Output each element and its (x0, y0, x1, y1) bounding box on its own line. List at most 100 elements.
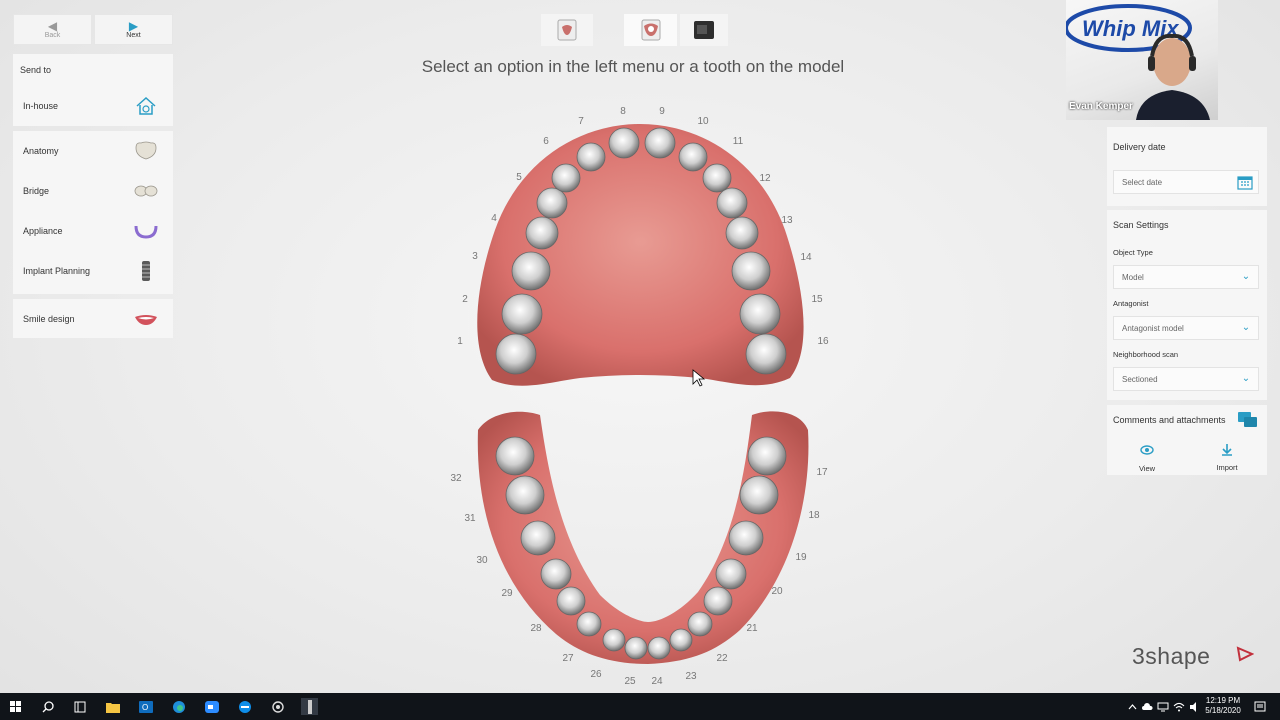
tooth-number-label[interactable]: 25 (624, 676, 636, 687)
view-button[interactable]: View (1107, 438, 1187, 475)
lower-tooth[interactable] (540, 558, 572, 590)
upper-tooth[interactable] (551, 163, 581, 193)
tooth-number-label[interactable]: 31 (464, 513, 476, 524)
tooth-number-label[interactable]: 12 (759, 173, 771, 184)
lower-tooth[interactable] (715, 558, 747, 590)
lower-tooth[interactable] (505, 475, 545, 515)
notifications-icon[interactable] (1251, 698, 1268, 715)
tooth-number-label[interactable]: 27 (562, 653, 574, 664)
lower-tooth[interactable] (520, 520, 556, 556)
lower-tooth[interactable] (747, 436, 787, 476)
upper-tooth[interactable] (644, 127, 676, 159)
neighborhood-scan-select[interactable]: Sectioned ⌄ (1113, 367, 1259, 391)
upper-tooth[interactable] (536, 187, 568, 219)
upper-tooth[interactable] (576, 142, 606, 172)
lower-tooth[interactable] (624, 636, 648, 660)
tooth-number-label[interactable]: 28 (530, 623, 542, 634)
lower-tooth[interactable] (669, 628, 693, 652)
download-icon (1222, 444, 1232, 456)
clock[interactable]: 12:19 PM 5/18/2020 (1204, 696, 1242, 716)
upper-tooth[interactable] (495, 333, 537, 375)
tooth-number-label[interactable]: 17 (816, 467, 828, 478)
chevron-down-icon: ⌄ (1241, 373, 1251, 384)
3shape-logo: 3shape (1132, 643, 1211, 669)
tooth-number-label[interactable]: 11 (733, 136, 744, 147)
upper-tooth[interactable] (731, 251, 771, 291)
tooth-number-label[interactable]: 3 (472, 251, 478, 262)
tooth-number-label[interactable]: 15 (811, 294, 823, 305)
tooth-number-label[interactable]: 10 (697, 116, 709, 127)
object-type-select[interactable]: Model ⌄ (1113, 265, 1259, 289)
antagonist-select[interactable]: Antagonist model ⌄ (1113, 316, 1259, 340)
search-icon[interactable] (39, 698, 56, 715)
eye-icon (1140, 445, 1154, 455)
tooth-number-label[interactable]: 8 (620, 106, 626, 117)
3shape-triangle-icon (1236, 646, 1254, 662)
tooth-number-label[interactable]: 2 (462, 294, 468, 305)
task-view-icon[interactable] (71, 698, 88, 715)
tooth-number-label[interactable]: 9 (659, 106, 665, 117)
teamviewer-icon[interactable] (236, 698, 253, 715)
chat-bubbles-icon[interactable] (1237, 410, 1259, 430)
upper-tooth[interactable] (725, 216, 759, 250)
webcam-app-icon[interactable] (269, 698, 286, 715)
tooth-number-label[interactable]: 5 (516, 172, 522, 183)
tooth-number-label[interactable]: 14 (800, 252, 812, 263)
lower-tooth[interactable] (576, 611, 602, 637)
lower-tooth[interactable] (647, 636, 671, 660)
upper-tooth[interactable] (608, 127, 640, 159)
file-explorer-icon[interactable] (104, 698, 121, 715)
lower-tooth[interactable] (602, 628, 626, 652)
tooth-number-label[interactable]: 21 (746, 623, 758, 634)
upper-tooth[interactable] (716, 187, 748, 219)
delivery-date-panel: Delivery date Select date (1107, 127, 1267, 206)
tooth-number-label[interactable]: 24 (651, 676, 663, 687)
volume-icon[interactable] (1186, 698, 1203, 715)
svg-text:O: O (142, 703, 148, 712)
tooth-number-label[interactable]: 29 (501, 588, 513, 599)
zoom-icon[interactable] (203, 698, 220, 715)
lower-tooth[interactable] (728, 520, 764, 556)
antagonist-label: Antagonist (1113, 299, 1149, 308)
tooth-number-label[interactable]: 1 (457, 336, 463, 347)
outlook-icon[interactable]: O (137, 698, 154, 715)
presenter-name: Evan Kemper (1069, 101, 1133, 112)
tooth-number-label[interactable]: 16 (817, 336, 829, 347)
tooth-number-label[interactable]: 30 (476, 555, 488, 566)
lower-tooth[interactable] (687, 611, 713, 637)
lower-tooth[interactable] (495, 436, 535, 476)
tooth-number-label[interactable]: 6 (543, 136, 549, 147)
upper-tooth[interactable] (501, 293, 543, 335)
tooth-number-label[interactable]: 4 (491, 213, 497, 224)
tooth-number-label[interactable]: 18 (808, 510, 820, 521)
upper-tooth[interactable] (702, 163, 732, 193)
import-button[interactable]: Import (1187, 438, 1267, 475)
lower-tooth[interactable] (739, 475, 779, 515)
network-icon[interactable] (1154, 698, 1171, 715)
tooth-number-label[interactable]: 19 (795, 552, 807, 563)
upper-tooth[interactable] (745, 333, 787, 375)
tooth-number-label[interactable]: 13 (781, 215, 793, 226)
windows-start-icon[interactable] (7, 698, 24, 715)
calendar-icon[interactable] (1237, 175, 1253, 190)
upper-tooth[interactable] (739, 293, 781, 335)
tooth-number-label[interactable]: 26 (590, 669, 602, 680)
object-type-label: Object Type (1113, 248, 1153, 257)
tooth-number-label[interactable]: 23 (685, 671, 697, 682)
tooth-number-label[interactable]: 7 (578, 116, 584, 127)
windows-taskbar: O 12:19 PM 5/18/2020 (0, 693, 1280, 720)
upper-tooth[interactable] (525, 216, 559, 250)
tooth-number-label[interactable]: 22 (716, 653, 728, 664)
edge-browser-icon[interactable] (170, 698, 187, 715)
upper-tooth[interactable] (511, 251, 551, 291)
wifi-icon[interactable] (1170, 698, 1187, 715)
upper-tooth[interactable] (678, 142, 708, 172)
comments-attachments-label[interactable]: Comments and attachments (1113, 415, 1226, 425)
tooth-number-label[interactable]: 32 (450, 473, 462, 484)
tooth-number-label[interactable]: 20 (771, 586, 783, 597)
delivery-date-input[interactable]: Select date (1113, 170, 1259, 194)
lower-tooth[interactable] (556, 586, 586, 616)
cloud-icon[interactable] (1138, 698, 1155, 715)
3shape-app-icon[interactable] (301, 698, 318, 715)
lower-tooth[interactable] (703, 586, 733, 616)
